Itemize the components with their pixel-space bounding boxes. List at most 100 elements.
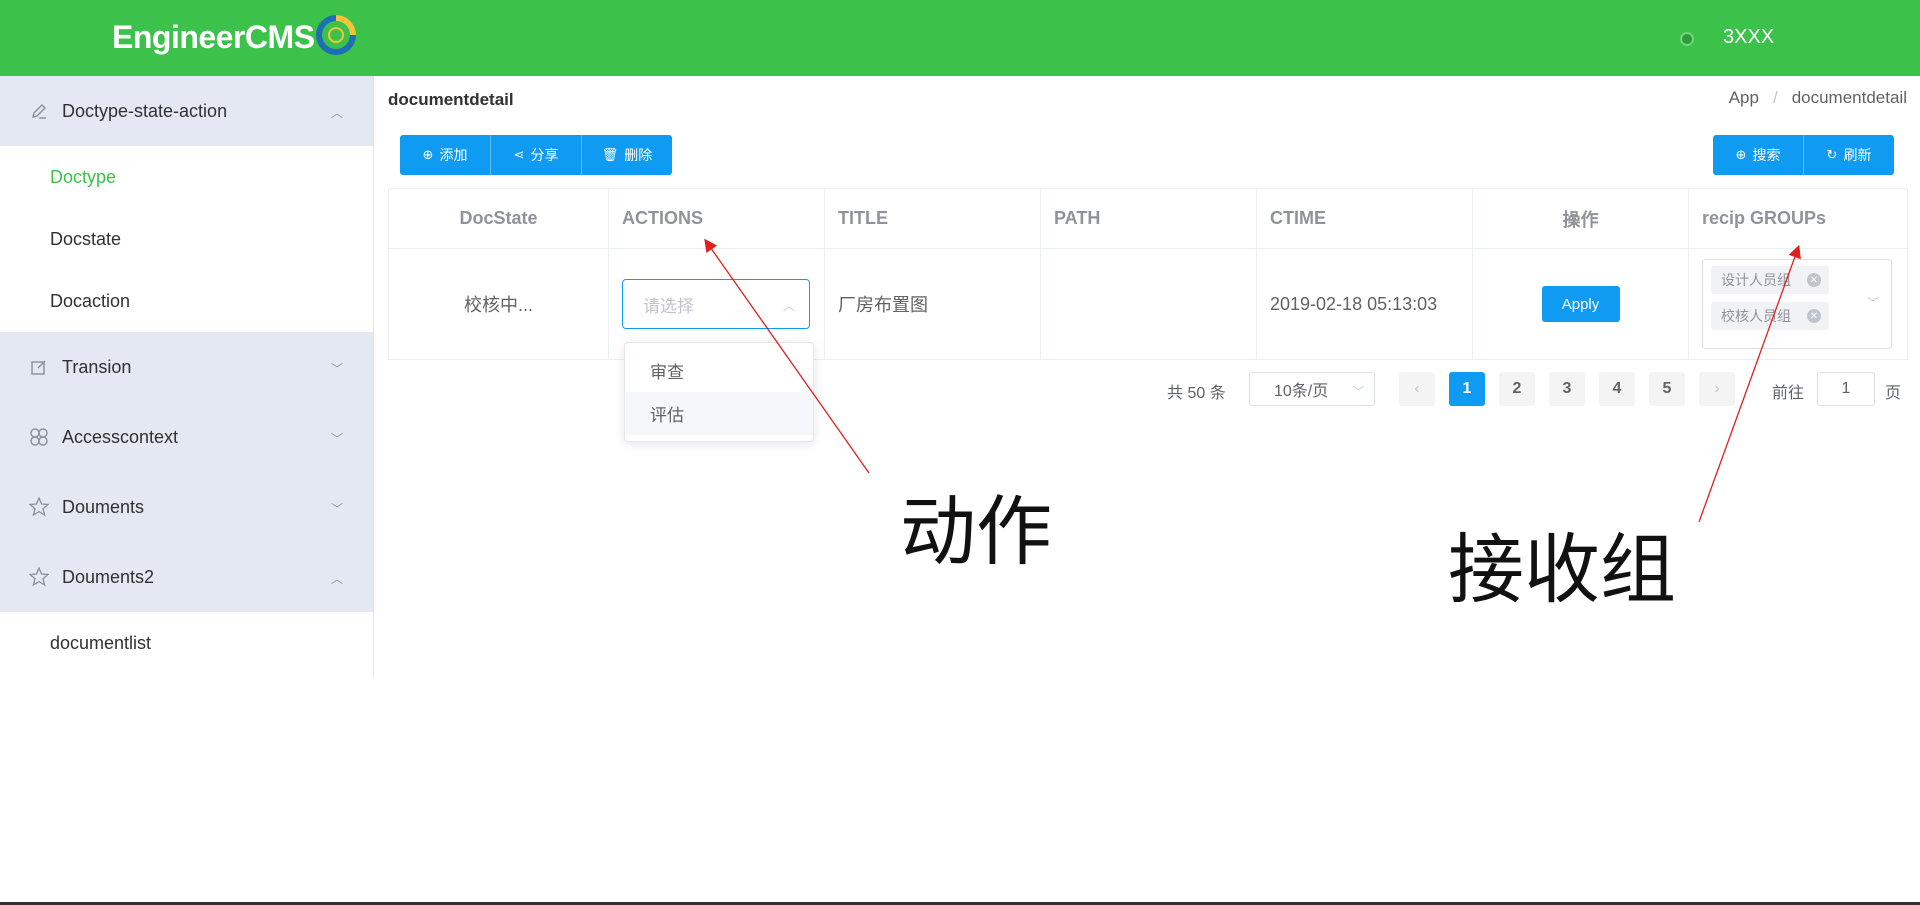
page-button-1[interactable]: 1 <box>1449 372 1485 406</box>
cell-path <box>1041 249 1257 359</box>
sidebar-item-label: Doctype <box>50 166 117 187</box>
goto-page-input[interactable]: 1 <box>1817 372 1875 406</box>
pagination: 共 50 条 10条/页 ﹀ ‹ 1 2 3 4 5 › 前往 1 页 <box>375 372 1920 408</box>
page-button-5[interactable]: 5 <box>1649 372 1685 406</box>
group-tag: 设计人员组 ✕ <box>1711 266 1829 294</box>
column-header-path[interactable]: PATH <box>1041 189 1257 248</box>
edit-pen-icon <box>28 100 50 122</box>
chevron-left-icon: ‹ <box>1414 380 1420 397</box>
star-icon <box>28 496 50 518</box>
sidebar-group-douments2[interactable]: Douments2 ︿ <box>0 542 373 612</box>
user-status-icon[interactable] <box>1680 32 1694 46</box>
sidebar-group-label: Douments2 <box>62 566 155 587</box>
sidebar-item-docaction[interactable]: Docaction <box>0 270 373 332</box>
column-header-actions[interactable]: ACTIONS <box>609 189 825 248</box>
recip-groups-select[interactable]: 设计人员组 ✕ 校核人员组 ✕ ﹀ <box>1702 259 1892 349</box>
table-row: 校核中... 请选择 ︿ 厂房布置图 2019-02-18 05:13:03 A… <box>389 249 1907 359</box>
toolbar-left-buttons: ⊕ 添加 ⋖ 分享 🗑 删除 <box>400 135 672 175</box>
toolbar-right-buttons: ⊕ 搜索 ↻ 刷新 <box>1713 135 1894 175</box>
breadcrumb-item-app[interactable]: App <box>1729 88 1759 108</box>
sidebar-group-accesscontext[interactable]: Accesscontext ﹀ <box>0 402 373 472</box>
page-button-2[interactable]: 2 <box>1499 372 1535 406</box>
breadcrumb: App / documentdetail <box>1729 88 1907 108</box>
chevron-down-icon: ﹀ <box>1866 296 1879 310</box>
sidebar-group-label: Douments <box>62 496 145 517</box>
page-button-4[interactable]: 4 <box>1599 372 1635 406</box>
cell-title: 厂房布置图 <box>825 249 1041 359</box>
plus-circle-icon: ⊕ <box>422 147 434 162</box>
annotation-actions-note: 动作 <box>900 487 1052 576</box>
page-button-3[interactable]: 3 <box>1549 372 1585 406</box>
next-page-button[interactable]: › <box>1699 372 1735 406</box>
actions-dropdown: 审查 评估 <box>624 342 814 442</box>
column-header-operation[interactable]: 操作 <box>1473 189 1689 248</box>
edit-box-icon <box>28 356 50 378</box>
share-button[interactable]: ⋖ 分享 <box>491 135 582 175</box>
grid-icon <box>28 426 50 448</box>
chevron-down-icon: ﹀ <box>331 502 344 516</box>
sidebar-group-doctype-state-action[interactable]: Doctype-state-action ︿ <box>0 76 373 146</box>
page-title: documentdetail <box>388 90 514 109</box>
chevron-down-icon: ﹀ <box>331 432 344 446</box>
cell-docstate: 校核中... <box>389 249 609 359</box>
user-name[interactable]: 3XXX <box>1723 26 1774 49</box>
document-table: DocState ACTIONS TITLE PATH CTIME 操作 rec… <box>388 188 1908 360</box>
pagination-total: 共 50 条 <box>1167 385 1226 402</box>
main-content: documentdetail App / documentdetail ⊕ 添加… <box>375 76 1920 905</box>
page-suffix: 页 <box>1885 385 1902 402</box>
breadcrumb-item-current: documentdetail <box>1791 88 1907 107</box>
sidebar-item-label: documentlist <box>50 632 152 653</box>
page-size-select[interactable]: 10条/页 ﹀ <box>1249 372 1375 406</box>
sidebar-item-doctype[interactable]: Doctype <box>0 146 373 208</box>
actions-select[interactable]: 请选择 ︿ <box>622 279 810 329</box>
dropdown-option-assess[interactable]: 评估 <box>625 392 813 435</box>
tag-close-icon[interactable]: ✕ <box>1807 309 1821 323</box>
annotation-groups-note: 接收组 <box>1448 525 1676 614</box>
chevron-down-icon: ﹀ <box>331 362 344 376</box>
sidebar-item-documentlist[interactable]: documentlist <box>0 612 373 674</box>
chevron-up-icon: ︿ <box>331 572 344 586</box>
add-button[interactable]: ⊕ 添加 <box>400 135 491 175</box>
cell-ctime: 2019-02-18 05:13:03 <box>1257 249 1473 359</box>
top-header: EngineerCMS 3XXX <box>0 0 1920 76</box>
sidebar-group-douments[interactable]: Douments ﹀ <box>0 472 373 542</box>
sidebar-item-label: Docaction <box>50 290 131 311</box>
logo-ring-icon <box>315 15 356 55</box>
plus-circle-icon: ⊕ <box>1735 147 1747 162</box>
tag-close-icon[interactable]: ✕ <box>1807 273 1821 287</box>
select-placeholder: 请选择 <box>643 296 694 316</box>
app-logo[interactable]: EngineerCMS <box>112 15 357 56</box>
sidebar-item-label: Docstate <box>50 228 122 249</box>
cell-recip-groups: 设计人员组 ✕ 校核人员组 ✕ ﹀ <box>1689 249 1907 359</box>
dropdown-option-review[interactable]: 审查 <box>625 349 813 392</box>
chevron-up-icon: ︿ <box>782 299 795 313</box>
apply-button[interactable]: Apply <box>1541 286 1620 322</box>
column-header-ctime[interactable]: CTIME <box>1257 189 1473 248</box>
share-icon: ⋖ <box>513 147 525 162</box>
column-header-recip-groups[interactable]: recip GROUPs <box>1689 189 1907 248</box>
sidebar-group-label: Doctype-state-action <box>62 100 228 121</box>
star-icon <box>28 566 50 588</box>
sidebar-group-transion[interactable]: Transion ﹀ <box>0 332 373 402</box>
trash-icon: 🗑 <box>601 147 619 162</box>
logo-text: EngineerCMS <box>112 18 315 55</box>
sidebar-group-label: Transion <box>62 356 132 377</box>
chevron-up-icon: ︿ <box>331 106 344 120</box>
sidebar-group-label: Accesscontext <box>62 426 179 447</box>
delete-button[interactable]: 🗑 删除 <box>582 135 672 175</box>
column-header-title[interactable]: TITLE <box>825 189 1041 248</box>
chevron-down-icon: ﹀ <box>1353 386 1364 398</box>
sidebar: Doctype-state-action ︿ Doctype Docstate … <box>0 76 374 676</box>
sidebar-item-docstate[interactable]: Docstate <box>0 208 373 270</box>
cell-operation: Apply <box>1473 249 1689 359</box>
group-tag: 校核人员组 ✕ <box>1711 302 1829 330</box>
table-header-row: DocState ACTIONS TITLE PATH CTIME 操作 rec… <box>389 189 1907 249</box>
refresh-icon: ↻ <box>1826 147 1838 162</box>
search-button[interactable]: ⊕ 搜索 <box>1713 135 1804 175</box>
chevron-right-icon: › <box>1714 380 1720 397</box>
goto-label: 前往 <box>1772 385 1805 402</box>
column-header-docstate[interactable]: DocState <box>389 189 609 248</box>
breadcrumb-separator: / <box>1772 88 1778 107</box>
refresh-button[interactable]: ↻ 刷新 <box>1804 135 1894 175</box>
prev-page-button[interactable]: ‹ <box>1399 372 1435 406</box>
